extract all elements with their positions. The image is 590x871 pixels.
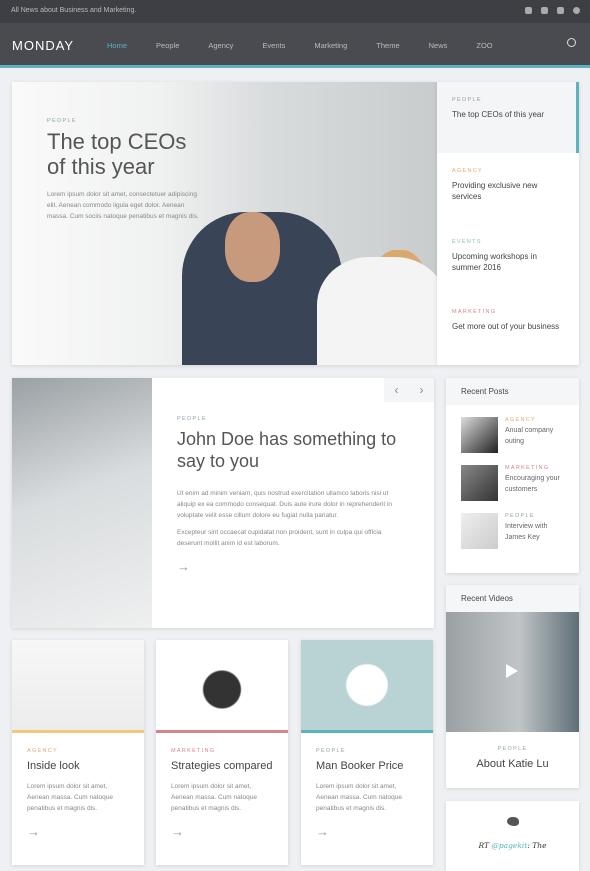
featured-image[interactable]	[12, 378, 152, 628]
title: The top CEOs of this year	[452, 110, 545, 119]
post-card: PEOPLE Man Booker Price Lorem ipsum dolor …	[301, 640, 433, 865]
category: PEOPLE	[452, 97, 482, 103]
hero-image-person	[317, 257, 437, 365]
twitter-widget: RT @pagekit: The	[446, 801, 579, 871]
category: MARKETING	[505, 465, 550, 471]
post-title: Anual company outing	[505, 427, 554, 445]
twitter-icon[interactable]	[525, 7, 532, 14]
featured-post: ‹ › PEOPLE John Doe has something to say …	[12, 378, 434, 628]
prev-arrow-icon[interactable]: ‹	[395, 383, 399, 397]
nav-news[interactable]: News	[429, 41, 448, 50]
category: PEOPLE	[497, 746, 528, 752]
tweet-handle-link[interactable]: @pagekit	[491, 841, 527, 850]
slider-item[interactable]: EVENTS Upcoming workshops in summer 2016	[437, 224, 579, 295]
featured-category: PEOPLE	[177, 416, 207, 422]
category: MARKETING	[452, 309, 497, 316]
read-more-arrow-icon[interactable]: →	[177, 559, 407, 574]
category: EVENTS	[452, 238, 482, 245]
category: MARKETING	[171, 748, 216, 754]
hero-category: PEOPLE	[47, 118, 77, 124]
logo[interactable]: MONDAY	[12, 38, 74, 53]
play-icon[interactable]	[506, 664, 518, 678]
hero-slide[interactable]: PEOPLE The top CEOs of this year Lorem i…	[12, 82, 437, 365]
nav-people[interactable]: People	[156, 41, 179, 50]
tagline: All News about Business and Marketing.	[11, 7, 137, 14]
post-card: AGENCY Inside look Lorem ipsum dolor sit a…	[12, 640, 144, 865]
tweet-rest: : The	[527, 841, 547, 850]
instagram-icon[interactable]	[541, 7, 548, 14]
main-nav: MONDAY Home People Agency Events Marketi…	[0, 23, 590, 68]
post-title[interactable]: Man Booker Price	[316, 760, 418, 773]
top-bar: All News about Business and Marketing.	[0, 0, 590, 23]
post-body: Lorem ipsum dolor sit amet, Aenean massa…	[27, 783, 113, 812]
featured-p2: Excepteur sint occaecat cupidatat non pr…	[177, 529, 382, 547]
nav-marketing[interactable]: Marketing	[314, 41, 347, 50]
hero-body: Lorem ipsum dolor sit amet, consectetuer…	[47, 191, 199, 220]
twitter-icon	[506, 817, 519, 826]
next-arrow-icon[interactable]: ›	[420, 383, 424, 397]
post-title: Encouraging your customers	[505, 475, 560, 493]
widget-title: Recent Posts	[446, 378, 579, 405]
recent-post[interactable]: MARKETING Encouraging your customers	[446, 453, 579, 501]
search-icon[interactable]	[567, 38, 576, 47]
post-thumbnail	[461, 513, 498, 549]
recent-posts-widget: Recent Posts AGENCY Anual company outing …	[446, 378, 579, 573]
post-image[interactable]	[12, 640, 144, 733]
category: PEOPLE	[505, 513, 535, 519]
post-body: Lorem ipsum dolor sit amet, Aenean massa…	[316, 783, 402, 812]
arrow-right-icon[interactable]: →	[27, 824, 129, 839]
post-body: Lorem ipsum dolor sit amet, Aenean massa…	[171, 783, 257, 812]
nav-home[interactable]: Home	[107, 41, 127, 50]
widget-title: Recent Videos	[446, 585, 579, 612]
recent-videos-widget: Recent Videos PEOPLE About Katie Lu	[446, 585, 579, 788]
post-card: MARKETING Strategies compared Lorem ipsum …	[156, 640, 288, 865]
nav-zoo[interactable]: ZOO	[476, 41, 492, 50]
slider-item[interactable]: MARKETING Get more out of your business	[437, 294, 579, 365]
youtube-icon[interactable]	[557, 7, 564, 14]
hero-title[interactable]: The top CEOs of this year	[47, 129, 207, 179]
post-title: Interview with James Key	[505, 523, 548, 541]
arrow-right-icon[interactable]: →	[171, 824, 273, 839]
recent-post[interactable]: AGENCY Anual company outing	[446, 405, 579, 453]
title: Providing exclusive new services	[452, 180, 538, 201]
featured-title[interactable]: John Doe has something to say to you	[177, 428, 407, 472]
slider-list: PEOPLE The top CEOs of this year AGENCY Pr…	[437, 82, 579, 365]
post-image[interactable]	[301, 640, 433, 733]
nav-events[interactable]: Events	[262, 41, 285, 50]
post-thumbnail	[461, 465, 498, 501]
category: AGENCY	[27, 748, 59, 754]
video-title[interactable]: About Katie Lu	[446, 758, 579, 770]
post-title[interactable]: Inside look	[27, 760, 129, 773]
category: AGENCY	[452, 167, 484, 174]
category: PEOPLE	[316, 748, 346, 754]
recent-post[interactable]: PEOPLE Interview with James Key	[446, 501, 579, 549]
post-thumbnail	[461, 417, 498, 453]
category: AGENCY	[505, 417, 537, 423]
title: Upcoming workshops in summer 2016	[452, 251, 537, 272]
tweet-prefix: RT	[478, 841, 492, 850]
arrow-right-icon[interactable]: →	[316, 824, 418, 839]
dribbble-icon[interactable]	[573, 7, 580, 14]
title: Get more out of your business	[452, 322, 560, 332]
post-title[interactable]: Strategies compared	[171, 760, 273, 773]
slider-item[interactable]: PEOPLE The top CEOs of this year	[437, 82, 579, 153]
slider-item[interactable]: AGENCY Providing exclusive new services	[437, 153, 579, 224]
hero-image-head	[225, 212, 280, 282]
featured-p1: Ut enim ad minim veniam, quis nostrud ex…	[177, 490, 392, 519]
video-thumbnail[interactable]	[446, 612, 579, 732]
nav-agency[interactable]: Agency	[208, 41, 233, 50]
tweet-text: RT @pagekit: The	[446, 841, 579, 850]
nav-theme[interactable]: Theme	[376, 41, 399, 50]
post-image[interactable]	[156, 640, 288, 733]
